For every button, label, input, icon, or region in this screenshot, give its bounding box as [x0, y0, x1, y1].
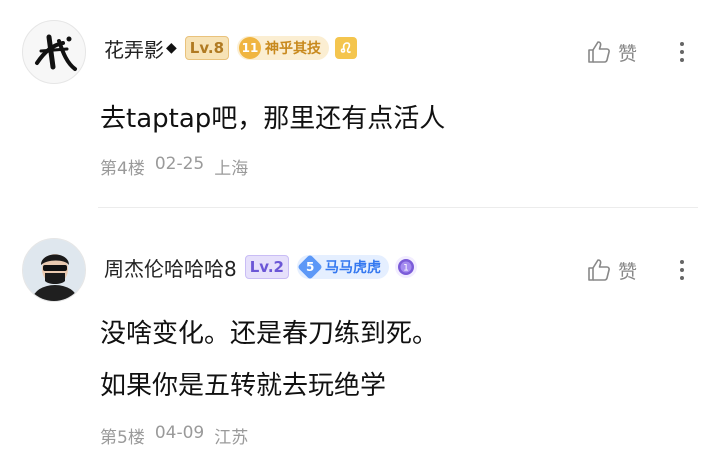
divider — [98, 207, 698, 208]
comment-item: 周杰伦哈哈哈8 Lv.2 5 马马虎虎 1 赞 没啥变化。还是春刀练到死。 如果… — [0, 210, 720, 463]
fan-badge-number: 11 — [239, 37, 262, 59]
level-badge: Lv.8 — [184, 36, 230, 60]
fan-badge[interactable]: 5 马马虎虎 — [296, 254, 389, 280]
thumbs-up-icon — [588, 259, 610, 281]
comment-text-line: 没啥变化。还是春刀练到死。 — [100, 319, 439, 349]
more-options-icon[interactable] — [674, 250, 690, 290]
comment-date: 04-09 — [154, 423, 205, 443]
medal-icon: 1 — [394, 256, 417, 278]
leo-zodiac-icon — [335, 37, 358, 59]
comment-text-line: 如果你是五转就去玩绝学 — [100, 371, 387, 401]
floor-number: 第5楼 — [100, 428, 145, 448]
comment-item: 花弄影 ◆ Lv.8 11 神乎其技 赞 去taptap吧，那里还有点活人 第4… — [0, 0, 720, 210]
like-button[interactable]: 赞 — [586, 250, 637, 290]
fan-badge[interactable]: 11 神乎其技 — [237, 36, 330, 60]
calligraphy-avatar-icon — [35, 34, 77, 71]
like-button[interactable]: 赞 — [586, 32, 637, 72]
username[interactable]: 周杰伦哈哈哈8 — [104, 253, 237, 282]
comment-meta: 第4楼 02-25 上海 — [100, 154, 248, 179]
comment-header: 花弄影 ◆ Lv.8 11 神乎其技 — [104, 28, 358, 68]
like-label: 赞 — [618, 42, 638, 65]
avatar[interactable] — [22, 20, 86, 84]
fan-badge-number: 5 — [297, 254, 323, 280]
more-options-icon[interactable] — [674, 32, 690, 72]
floor-number: 第4楼 — [100, 159, 145, 179]
fan-badge-label: 神乎其技 — [265, 41, 322, 57]
avatar[interactable] — [22, 238, 86, 302]
fan-badge-label: 马马虎虎 — [324, 260, 381, 276]
comment-text: 去taptap吧，那里还有点活人 — [100, 104, 446, 134]
comment-location: 江苏 — [214, 428, 249, 448]
level-badge: Lv.2 — [244, 255, 289, 279]
comment-header: 周杰伦哈哈哈8 Lv.2 5 马马虎虎 1 — [104, 247, 417, 287]
comment-meta: 第5楼 04-09 江苏 — [100, 423, 248, 448]
thumbs-up-icon — [588, 41, 610, 63]
svg-text:1: 1 — [403, 264, 409, 274]
comment-date: 02-25 — [154, 154, 205, 174]
person-avatar-icon — [23, 239, 85, 301]
like-label: 赞 — [618, 260, 638, 283]
username[interactable]: 花弄影 — [104, 34, 164, 63]
diamond-icon: ◆ — [166, 40, 177, 56]
comment-location: 上海 — [214, 159, 249, 179]
